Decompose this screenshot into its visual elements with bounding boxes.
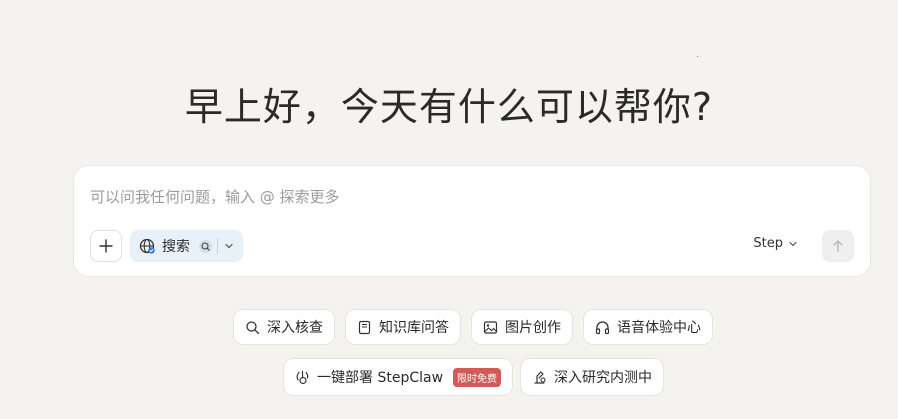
research-icon: [534, 370, 546, 384]
search-source-icon: [199, 239, 212, 253]
chip-divider: [217, 238, 218, 254]
quick-action-label: 知识库问答: [379, 320, 449, 336]
arrow-up-icon: [833, 240, 843, 252]
quick-action-label: 语音体验中心: [617, 320, 701, 336]
search-toggle[interactable]: 搜索: [130, 230, 243, 262]
headphones-icon: [595, 320, 610, 334]
plus-icon: [99, 239, 113, 253]
decorative-dot: [697, 56, 698, 57]
greeting-title: 早上好，今天有什么可以帮你?: [184, 85, 714, 129]
quick-action-deep-research[interactable]: 深入研究内测中: [520, 358, 664, 396]
send-button[interactable]: [822, 230, 854, 262]
quick-action-deep-check[interactable]: 深入核查: [233, 309, 335, 345]
model-name: Step: [753, 236, 783, 251]
quick-action-voice-center[interactable]: 语音体验中心: [583, 309, 713, 345]
quick-action-label: 深入研究内测中: [554, 370, 652, 386]
free-badge: 限时免费: [453, 367, 502, 387]
quick-action-label: 图片创作: [505, 320, 561, 336]
chevron-down-icon: [789, 241, 797, 246]
claw-icon: [296, 370, 309, 384]
search-label: 搜索: [162, 239, 190, 255]
search-check-icon: [246, 320, 260, 334]
quick-action-image-create[interactable]: 图片创作: [471, 309, 573, 345]
quick-action-deploy-stepclaw[interactable]: 一键部署 StepClaw 限时免费: [283, 358, 514, 396]
globe-icon: [139, 238, 155, 254]
chevron-down-icon[interactable]: [224, 241, 234, 251]
quick-action-label: 一键部署 StepClaw: [317, 370, 444, 386]
quick-action-knowledge-qa[interactable]: 知识库问答: [345, 309, 461, 345]
model-selector[interactable]: Step: [753, 236, 798, 251]
chat-composer[interactable]: 可以问我任何问题，输入 @ 探索更多 搜索 Step: [73, 165, 871, 277]
book-icon: [358, 320, 371, 334]
quick-action-label: 深入核查: [267, 320, 323, 336]
attach-button[interactable]: [90, 230, 122, 262]
image-icon: [483, 320, 498, 334]
chat-input[interactable]: 可以问我任何问题，输入 @ 探索更多: [90, 186, 340, 207]
